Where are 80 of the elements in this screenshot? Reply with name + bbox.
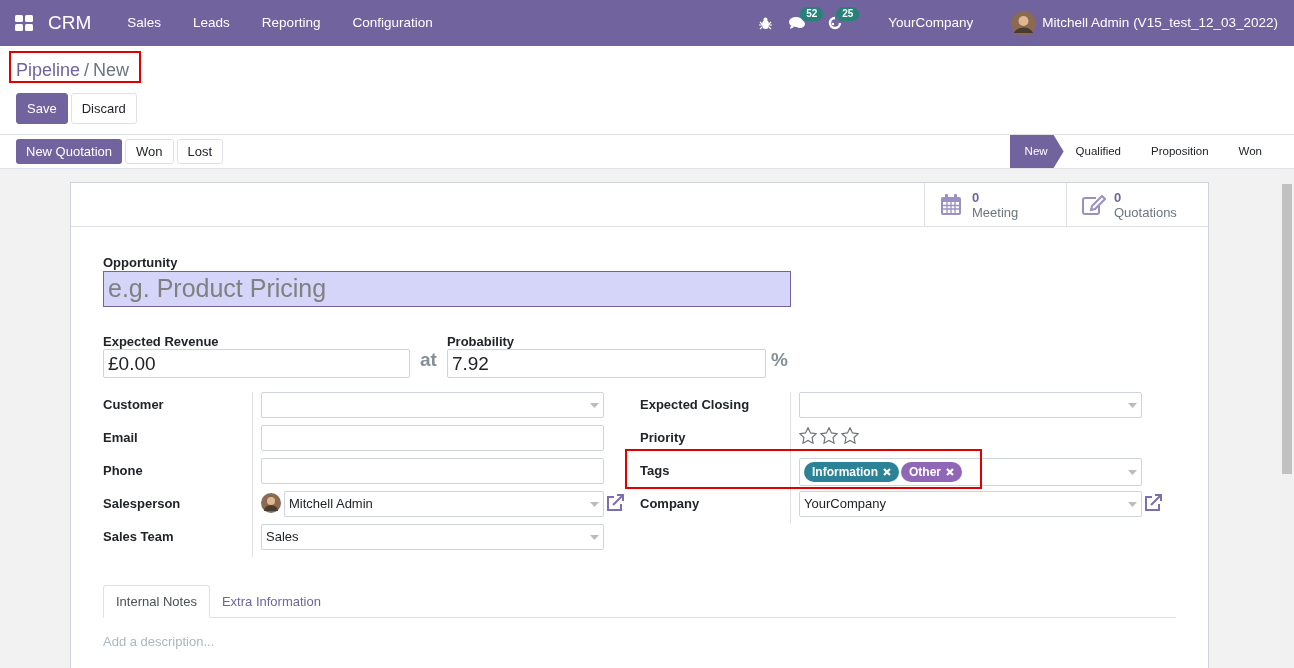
header-button[interactable]: Lost: [176, 139, 224, 164]
star-icon: [841, 427, 859, 444]
dropdown-caret-icon: [1128, 402, 1137, 408]
activity-count-badge: 25: [836, 7, 860, 21]
dropdown-caret-icon: [590, 534, 599, 540]
apps-menu-icon: [15, 15, 33, 31]
select-field[interactable]: [799, 392, 1142, 418]
tab[interactable]: Extra Information: [209, 585, 333, 618]
select-field[interactable]: Sales: [261, 524, 604, 550]
remove-icon: [883, 468, 891, 476]
priority-stars[interactable]: [799, 427, 859, 444]
remove-icon: [946, 468, 954, 476]
field-value: Sales: [266, 528, 300, 547]
percent-sign: %: [770, 347, 788, 372]
stat-label: Meeting: [972, 204, 1019, 220]
field-label: Priority: [640, 429, 687, 447]
bug-icon: [759, 16, 773, 30]
breadcrumb-current: New: [93, 59, 130, 82]
field-label: Email: [103, 429, 139, 447]
select-field[interactable]: Mitchell Admin: [284, 491, 604, 517]
field-value: Mitchell Admin: [289, 495, 374, 514]
menu-item[interactable]: Sales: [111, 12, 178, 34]
field-label: Company: [640, 495, 701, 513]
dropdown-caret-icon: [590, 402, 599, 408]
breadcrumb-separator: /: [84, 59, 90, 82]
dropdown-caret-icon: [1128, 469, 1137, 475]
user-avatar: [1011, 10, 1037, 36]
field-label: Expected Closing: [640, 396, 751, 414]
text-field[interactable]: [261, 425, 604, 451]
field-label: Salesperson: [103, 495, 182, 513]
company-switcher[interactable]: YourCompany: [888, 12, 974, 34]
tag: Information: [804, 462, 899, 482]
select-field[interactable]: [261, 392, 604, 418]
description-field[interactable]: Add a description...: [103, 632, 1176, 662]
revenue-field[interactable]: £0.00: [103, 349, 410, 378]
scrollbar-thumb[interactable]: [1282, 184, 1292, 474]
save-button[interactable]: Save: [16, 93, 68, 124]
field-label: Customer: [103, 396, 165, 414]
external-link-icon: [1143, 494, 1163, 512]
field-label: Sales Team: [103, 528, 175, 546]
text-field[interactable]: [261, 458, 604, 484]
dropdown-caret-icon: [590, 501, 599, 507]
field-value: YourCompany: [804, 495, 887, 514]
field-label: Phone: [103, 462, 144, 480]
select-field[interactable]: YourCompany: [799, 491, 1142, 517]
tab[interactable]: Internal Notes: [103, 585, 210, 618]
header-button[interactable]: Won: [125, 139, 174, 164]
user-menu[interactable]: Mitchell Admin (V15_test_12_03_2022): [1042, 12, 1278, 34]
breadcrumb-link[interactable]: Pipeline: [16, 57, 81, 84]
edit-icon: [1082, 194, 1106, 215]
field-label: Probability: [446, 333, 516, 349]
app-name[interactable]: CRM: [48, 8, 92, 38]
star-icon: [799, 427, 817, 444]
at-text: at: [420, 347, 437, 372]
stat-button[interactable]: 0 Meeting: [924, 183, 1066, 226]
external-link-icon: [605, 494, 625, 512]
opportunity-field[interactable]: e.g. Product Pricing: [103, 271, 791, 307]
probability-field[interactable]: 7.92: [446, 349, 766, 378]
menu-item[interactable]: Reporting: [245, 12, 337, 34]
field-label: Expected Revenue: [103, 333, 220, 349]
stage-button[interactable]: New: [1009, 135, 1064, 168]
discard-button[interactable]: Discard: [70, 93, 137, 124]
tags-field[interactable]: Information Other: [799, 458, 1142, 486]
stat-button[interactable]: 0 Quotations: [1066, 183, 1208, 226]
message-count-badge: 52: [800, 7, 824, 21]
star-icon: [820, 427, 838, 444]
header-button[interactable]: New Quotation: [16, 139, 122, 164]
stat-count: 0: [972, 189, 981, 205]
menu-item[interactable]: Configuration: [336, 12, 449, 34]
chat-icon: [789, 16, 807, 30]
field-label: Tags: [640, 462, 671, 480]
clock-icon: [828, 16, 843, 30]
calendar-icon: [940, 193, 962, 216]
user-avatar: [261, 493, 281, 513]
dropdown-caret-icon: [1128, 501, 1137, 507]
stat-label: Quotations: [1114, 204, 1177, 220]
stat-count: 0: [1114, 189, 1123, 205]
field-label: Opportunity: [103, 254, 179, 271]
menu-item[interactable]: Leads: [177, 12, 246, 34]
tag: Other: [901, 462, 962, 482]
